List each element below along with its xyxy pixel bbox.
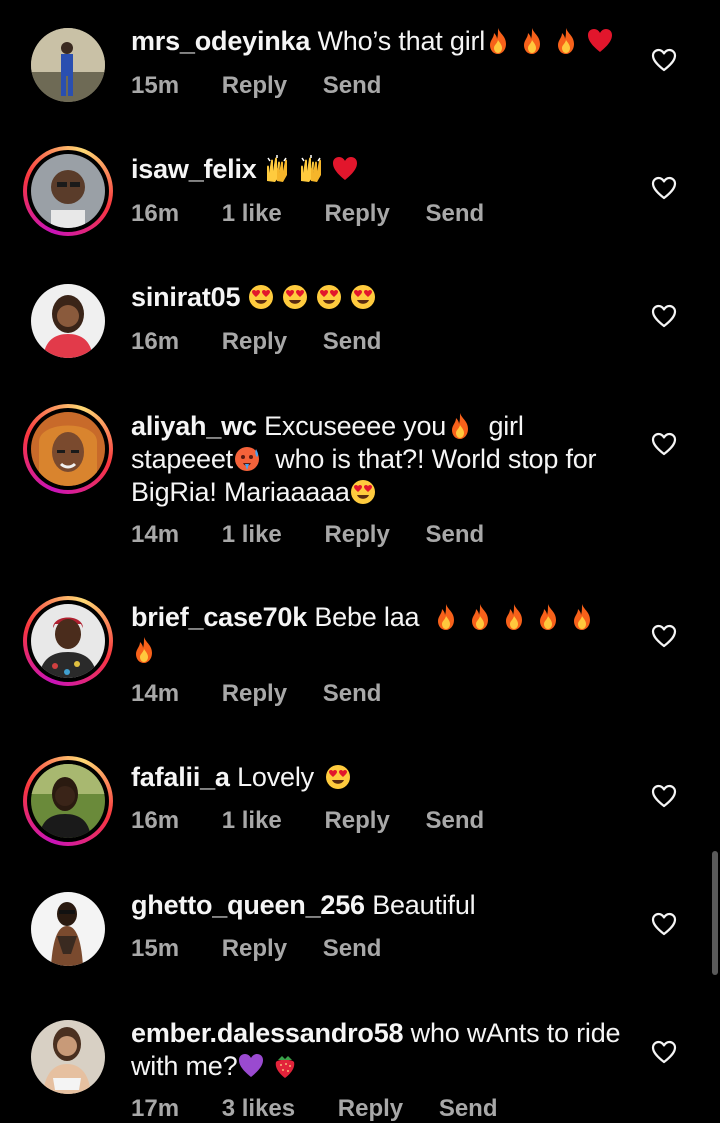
send-button[interactable]: Send (439, 1095, 498, 1123)
comment-username[interactable]: fafalii_a (131, 762, 230, 792)
comment-username[interactable]: ember.dalessandro58 (131, 1018, 404, 1048)
comment-time: 16m (131, 200, 180, 227)
comment-meta: 16m Reply Send (131, 328, 381, 356)
send-button[interactable]: Send (323, 328, 382, 356)
comment-time: 15m (131, 935, 180, 962)
heart-eyes-icon (350, 283, 376, 311)
comment-meta: 14m 1 like Reply Send (131, 521, 484, 549)
comment-text: ember.dalessandro58 who wAnts to ride wi… (131, 1017, 631, 1083)
comment-text: fafalii_a Lovely (131, 761, 631, 794)
comment-meta: 15m Reply Send (131, 72, 381, 100)
comment-username[interactable]: aliyah_wc (131, 411, 257, 441)
likes-count[interactable]: 3 likes (222, 1095, 295, 1123)
fire-icon (131, 636, 157, 664)
like-heart-icon[interactable] (651, 432, 677, 456)
likes-count[interactable]: 1 like (222, 200, 282, 228)
avatar[interactable] (23, 756, 113, 846)
raising-hands-icon (298, 155, 324, 183)
comment-time: 16m (131, 807, 180, 834)
fire-icon (467, 603, 493, 631)
raising-hands-icon (264, 155, 290, 183)
comment-text: mrs_odeyinka Who’s that girl (131, 25, 631, 58)
fire-icon (535, 603, 561, 631)
like-heart-icon[interactable] (651, 1040, 677, 1064)
reply-button[interactable]: Reply (338, 1095, 403, 1123)
comment-body: Lovely (237, 762, 314, 792)
fire-icon (433, 603, 459, 631)
fire-icon (553, 27, 579, 55)
comment-time: 15m (131, 72, 180, 99)
comment-time: 14m (131, 521, 180, 548)
comment-text: ghetto_queen_256 Beautiful (131, 889, 631, 922)
comment-meta: 17m 3 likes Reply Send (131, 1095, 498, 1123)
comment-text: brief_case70k Bebe laa (131, 601, 631, 667)
reply-button[interactable]: Reply (324, 807, 389, 835)
comment-username[interactable]: ghetto_queen_256 (131, 890, 365, 920)
send-button[interactable]: Send (425, 807, 484, 835)
send-button[interactable]: Send (323, 935, 382, 963)
heart-eyes-icon (316, 283, 342, 311)
comment-text: aliyah_wc Excuseeee you girl stapeeet wh… (131, 410, 631, 509)
heart-eyes-icon (325, 763, 351, 791)
send-button[interactable]: Send (323, 680, 382, 708)
comment-meta: 14m Reply Send (131, 680, 381, 708)
likes-count[interactable]: 1 like (222, 807, 282, 835)
reply-button[interactable]: Reply (222, 680, 287, 708)
comment-body: Bebe laa (314, 602, 420, 632)
like-heart-icon[interactable] (651, 304, 677, 328)
send-button[interactable]: Send (323, 72, 382, 100)
avatar[interactable] (31, 28, 105, 102)
comment-body: Beautiful (372, 890, 476, 920)
like-heart-icon[interactable] (651, 624, 677, 648)
hot-face-icon (234, 445, 260, 473)
fire-icon (447, 412, 473, 440)
red-heart-icon (587, 27, 613, 55)
comment-body: Who’s that girl (317, 26, 486, 56)
heart-eyes-icon (248, 283, 274, 311)
avatar[interactable] (31, 892, 105, 966)
comment-username[interactable]: mrs_odeyinka (131, 26, 310, 56)
comment-time: 14m (131, 680, 180, 707)
red-heart-icon (332, 155, 358, 183)
avatar[interactable] (23, 404, 113, 494)
reply-button[interactable]: Reply (222, 328, 287, 356)
strawberry-icon (272, 1052, 298, 1080)
fire-icon (501, 603, 527, 631)
like-heart-icon[interactable] (651, 48, 677, 72)
reply-button[interactable]: Reply (324, 521, 389, 549)
avatar[interactable] (23, 146, 113, 236)
avatar[interactable] (31, 1020, 105, 1094)
comment-meta: 16m 1 like Reply Send (131, 200, 484, 228)
comment-meta: 15m Reply Send (131, 935, 381, 963)
like-heart-icon[interactable] (651, 912, 677, 936)
fire-icon (485, 27, 511, 55)
like-heart-icon[interactable] (651, 784, 677, 808)
like-heart-icon[interactable] (651, 176, 677, 200)
reply-button[interactable]: Reply (222, 72, 287, 100)
reply-button[interactable]: Reply (324, 200, 389, 228)
comment-text: sinirat05 (131, 281, 631, 314)
comment-meta: 16m 1 like Reply Send (131, 807, 484, 835)
comment-username[interactable]: brief_case70k (131, 602, 307, 632)
likes-count[interactable]: 1 like (222, 521, 282, 549)
heart-eyes-icon (282, 283, 308, 311)
comment-username[interactable]: isaw_felix (131, 154, 257, 184)
avatar[interactable] (23, 596, 113, 686)
comment-text: isaw_felix (131, 153, 631, 186)
reply-button[interactable]: Reply (222, 935, 287, 963)
comment-username[interactable]: sinirat05 (131, 282, 240, 312)
avatar[interactable] (31, 284, 105, 358)
fire-icon (519, 27, 545, 55)
send-button[interactable]: Send (425, 200, 484, 228)
purple-heart-icon (238, 1052, 264, 1080)
send-button[interactable]: Send (425, 521, 484, 549)
comment-time: 17m (131, 1095, 180, 1122)
heart-eyes-icon (350, 478, 376, 506)
comment-time: 16m (131, 328, 180, 355)
scrollbar-thumb[interactable] (712, 851, 718, 975)
fire-icon (569, 603, 595, 631)
comment-body: Excuseeee you (264, 411, 447, 441)
